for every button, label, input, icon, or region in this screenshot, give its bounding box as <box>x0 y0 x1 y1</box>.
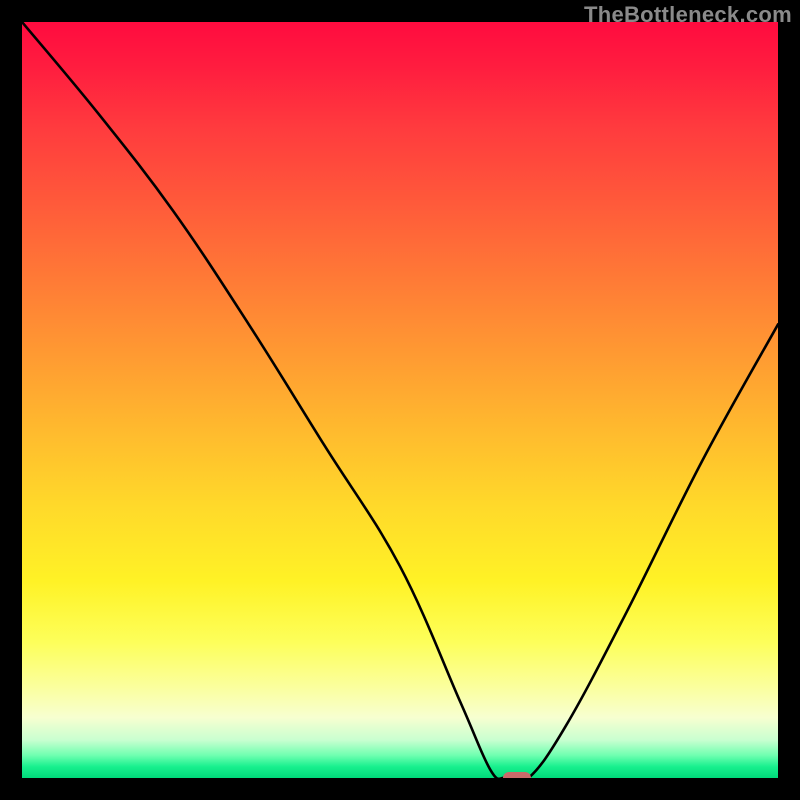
watermark-text: TheBottleneck.com <box>584 2 792 28</box>
optimal-marker <box>503 772 531 778</box>
bottleneck-curve <box>22 22 778 778</box>
plot-area <box>22 22 778 778</box>
chart-frame: TheBottleneck.com <box>0 0 800 800</box>
bottleneck-curve-path <box>22 22 778 778</box>
